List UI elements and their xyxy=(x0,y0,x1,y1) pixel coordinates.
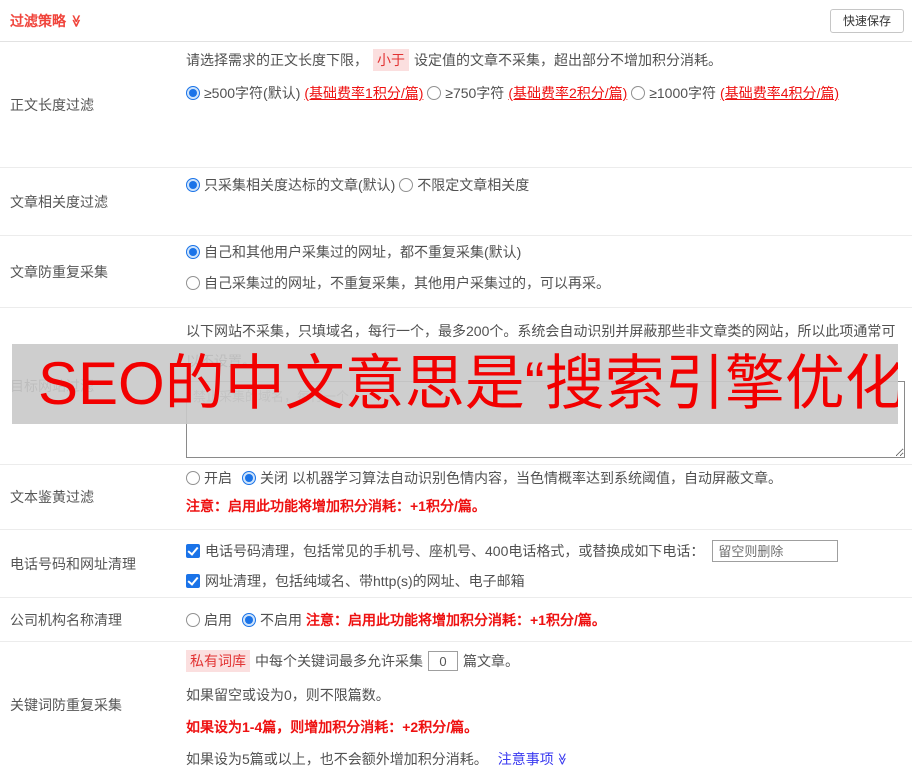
row-anti-duplicate: 文章防重复采集 自己和其他用户采集过的网址，都不重复采集(默认) 自己采集过的网… xyxy=(0,236,912,308)
fee-note: (基础费率4积分/篇) xyxy=(720,85,840,101)
notice-link-label: 注意事项 xyxy=(497,751,554,767)
keyword-limit-suffix: 篇文章。 xyxy=(463,653,519,669)
radio-label: ≥500字符(默认) xyxy=(204,85,301,101)
radio-icon[interactable] xyxy=(631,86,646,100)
row-keyword-anti-duplicate: 关键词防重复采集 私有词库 中每个关键词最多允许采集 篇文章。 如果留空或设为0… xyxy=(0,642,912,768)
radio-label: 开启 xyxy=(204,470,232,486)
row-relevance-filter: 文章相关度过滤 只采集相关度达标的文章(默认) 不限定文章相关度 xyxy=(0,168,912,236)
checkbox-checked-icon[interactable] xyxy=(186,544,200,558)
keyword-limit-text: 中每个关键词最多允许采集 xyxy=(255,653,423,669)
radio-option-enable[interactable]: 启用 xyxy=(186,610,232,630)
radio-label: 启用 xyxy=(204,611,232,628)
radio-option-500[interactable]: ≥500字符(默认) (基础费率1积分/篇) xyxy=(186,84,423,102)
keyword-note-five: 如果设为5篇或以上，也不会额外增加积分消耗。 xyxy=(186,751,488,767)
radio-option-dedupe-self[interactable]: 自己采集过的网址，不重复采集，其他用户采集过的，可以再采。 xyxy=(186,274,610,292)
chevron-down-icon: ≫ xyxy=(69,14,84,27)
checkbox-phone-cleanup[interactable]: 电话号码清理，包括常见的手机号、座机号、400电话格式，或替换成如下电话： xyxy=(186,541,704,561)
radio-icon[interactable] xyxy=(186,276,200,290)
radio-label: ≥1000字符 xyxy=(649,85,717,101)
chevron-down-icon: ≫ xyxy=(555,752,570,766)
radio-checked-icon[interactable] xyxy=(242,612,256,627)
ad-overlay-text: SEO的中文意思是“搜索引擎优化”，网站s xyxy=(38,350,898,417)
replacement-phone-input[interactable] xyxy=(712,540,839,562)
radio-label: 关闭 xyxy=(260,470,288,486)
row-label: 文本鉴黄过滤 xyxy=(10,489,94,505)
row-label: 电话号码和网址清理 xyxy=(10,555,136,572)
page-title[interactable]: 过滤策略 ≫ xyxy=(10,11,83,31)
fee-note: (基础费率1积分/篇) xyxy=(304,85,424,101)
radio-label: 不启用 xyxy=(260,611,302,628)
row-phone-url-cleanup: 电话号码和网址清理 电话号码清理，包括常见的手机号、座机号、400电话格式，或替… xyxy=(0,530,912,598)
radio-label: 自己和其他用户采集过的网址，都不重复采集(默认) xyxy=(204,244,522,260)
radio-option-no-limit[interactable]: 不限定文章相关度 xyxy=(399,176,529,194)
body-length-desc: 请选择需求的正文长度下限， 小于 设定值的文章不采集，超出部分不增加积分消耗。 xyxy=(186,49,912,71)
radio-checked-icon[interactable] xyxy=(186,178,200,192)
radio-option-relevant-only[interactable]: 只采集相关度达标的文章(默认) xyxy=(186,176,395,194)
ad-overlay-banner: SEO的中文意思是“搜索引擎优化”，网站s xyxy=(12,344,898,424)
fee-note: (基础费率2积分/篇) xyxy=(508,85,628,101)
row-label: 文章相关度过滤 xyxy=(10,193,108,210)
private-lexicon-tag[interactable]: 私有词库 xyxy=(186,650,250,672)
keyword-note-fee: 如果设为1-4篇，则增加积分消耗：+2积分/篇。 xyxy=(186,719,479,735)
porn-filter-note: 注意：启用此功能将增加积分消耗：+1积分/篇。 xyxy=(186,498,486,514)
radio-label: 自己采集过的网址，不重复采集，其他用户采集过的，可以再采。 xyxy=(204,275,610,291)
row-body-length-filter: 正文长度过滤 请选择需求的正文长度下限， 小于 设定值的文章不采集，超出部分不增… xyxy=(0,42,912,168)
radio-icon[interactable] xyxy=(399,178,414,192)
radio-label: 不限定文章相关度 xyxy=(417,177,530,193)
desc-highlight: 小于 xyxy=(373,49,409,71)
radio-checked-icon[interactable] xyxy=(186,86,200,100)
porn-filter-desc: 以机器学习算法自动识别色情内容，当色情概率达到系统阈值，自动屏蔽文章。 xyxy=(292,470,782,486)
checkbox-checked-icon[interactable] xyxy=(186,574,200,588)
radio-label: 只采集相关度达标的文章(默认) xyxy=(204,177,396,193)
radio-option-750[interactable]: ≥750字符 (基础费率2积分/篇) xyxy=(427,84,627,102)
radio-icon[interactable] xyxy=(427,86,442,100)
quick-save-button[interactable]: 快速保存 xyxy=(829,8,904,33)
radio-option-1000[interactable]: ≥1000字符 (基础费率4积分/篇) xyxy=(631,84,839,102)
desc-text: 请选择需求的正文长度下限， xyxy=(186,52,368,68)
checkbox-label: 网址清理，包括纯域名、带http(s)的网址、电子邮箱 xyxy=(205,573,525,589)
row-company-name-cleanup: 公司机构名称清理 启用 不启用 注意：启用此功能将增加积分消耗：+1积分/篇。 xyxy=(0,598,912,642)
keyword-note-zero: 如果留空或设为0，则不限篇数。 xyxy=(186,687,390,703)
keyword-limit-input[interactable] xyxy=(428,651,458,671)
radio-icon[interactable] xyxy=(186,471,200,485)
top-bar: 过滤策略 ≫ 快速保存 xyxy=(0,0,912,42)
company-cleanup-note: 注意：启用此功能将增加积分消耗：+1积分/篇。 xyxy=(306,611,606,628)
row-label: 文章防重复采集 xyxy=(10,263,108,280)
radio-icon[interactable] xyxy=(186,612,200,627)
checkbox-label: 电话号码清理，包括常见的手机号、座机号、400电话格式，或替换成如下电话： xyxy=(205,543,705,559)
radio-option-disable[interactable]: 不启用 xyxy=(242,610,302,630)
row-porn-filter: 文本鉴黄过滤 开启 关闭 以机器学习算法自动识别色情内容，当色情概率达到系统阈值… xyxy=(0,465,912,530)
row-label: 正文长度过滤 xyxy=(10,96,94,113)
radio-option-dedupe-all[interactable]: 自己和其他用户采集过的网址，都不重复采集(默认) xyxy=(186,243,521,261)
radio-option-disable[interactable]: 关闭 xyxy=(242,468,288,488)
radio-option-enable[interactable]: 开启 xyxy=(186,468,232,488)
row-label: 关键词防重复采集 xyxy=(10,697,122,713)
page-title-label: 过滤策略 xyxy=(10,12,66,29)
checkbox-url-cleanup[interactable]: 网址清理，包括纯域名、带http(s)的网址、电子邮箱 xyxy=(186,570,525,592)
radio-checked-icon[interactable] xyxy=(242,471,256,485)
row-label: 公司机构名称清理 xyxy=(10,611,122,628)
radio-checked-icon[interactable] xyxy=(186,245,200,259)
notice-link[interactable]: 注意事项 ≫ xyxy=(498,749,569,769)
radio-label: ≥750字符 xyxy=(445,85,505,101)
desc-text: 设定值的文章不采集，超出部分不增加积分消耗。 xyxy=(414,52,722,68)
